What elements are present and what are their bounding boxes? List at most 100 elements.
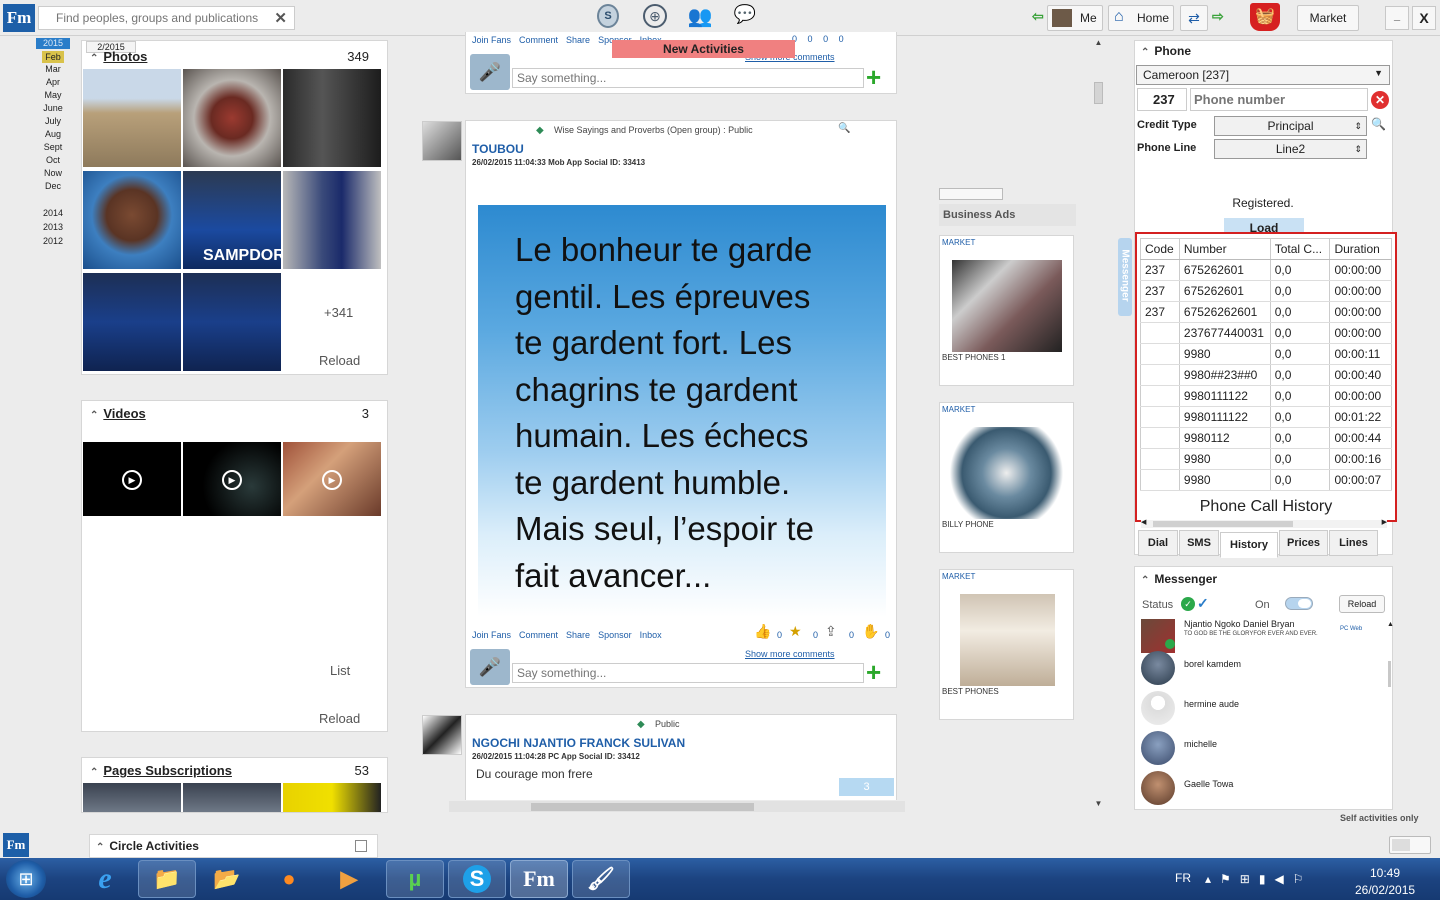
messenger-header[interactable]: ⌃ Messenger [1141,572,1217,586]
year-2014[interactable]: 2014 [36,206,70,220]
month-dec[interactable]: Dec [36,180,70,193]
status-toggle[interactable] [1285,597,1313,610]
scroll-down-icon[interactable]: ▼ [1093,799,1104,808]
month-now[interactable]: Now [36,167,70,180]
month-sept[interactable]: Sept [36,141,70,154]
photo-thumb[interactable] [83,69,181,167]
month-aug[interactable]: Aug [36,128,70,141]
inbox-link[interactable]: Inbox [640,630,662,640]
table-row[interactable]: 9980112 0,0 00:00:44 [1140,427,1392,449]
visible-check-icon[interactable]: ✓ [1197,595,1209,612]
app-logo[interactable]: Fm [3,4,35,32]
tab-prices[interactable]: Prices [1279,530,1328,556]
comment-input[interactable] [512,663,864,683]
share-icon[interactable]: ⇪ [825,623,837,640]
videos-list[interactable]: List [330,663,350,678]
videos-header[interactable]: ⌃ Videos [90,406,146,421]
phone-line-select[interactable]: Line2 ⇕ [1214,139,1367,159]
page-thumb[interactable] [183,783,281,812]
post-author-avatar[interactable] [422,121,462,161]
messenger-side-tab[interactable]: Messenger [1118,238,1132,316]
star-icon[interactable]: ★ [789,623,802,640]
col-duration[interactable]: Duration [1329,238,1392,260]
firefox-icon[interactable]: ● [260,860,318,898]
video-thumb[interactable]: ▶ [283,442,381,516]
month-mar[interactable]: Mar [36,63,70,76]
collapse-icon[interactable]: ⌃ [1141,575,1151,586]
year-2012[interactable]: 2012 [36,234,70,248]
feed-scrollbar[interactable]: ▲ ▼ [1093,38,1104,808]
circle-activities-bar[interactable]: ⌃ Circle Activities [89,834,378,858]
add-comment-icon[interactable]: + [866,658,881,686]
chat-icon[interactable]: 💬 [732,4,758,28]
month-may[interactable]: May [36,89,70,102]
phone-header[interactable]: ⌃ Phone [1141,44,1191,58]
table-row[interactable]: 9980 0,0 00:00:11 [1140,343,1392,365]
col-number[interactable]: Number [1179,238,1271,260]
collapse-icon[interactable]: ⌃ [1141,47,1151,58]
ad-card[interactable]: MARKET BEST PHONES [939,569,1074,720]
photos-header[interactable]: ⌃ Photos [90,49,147,64]
pages-title[interactable]: Pages Subscriptions [103,763,232,778]
page-thumb[interactable] [83,783,181,812]
footer-logo[interactable]: Fm [3,833,29,857]
table-row[interactable]: 9980111122 0,0 00:01:22 [1140,406,1392,428]
table-horizontal-scrollbar[interactable]: ◀ ▶ [1141,518,1387,528]
table-row[interactable]: 9980##23##0 0,0 00:00:40 [1140,364,1392,386]
mic-icon[interactable]: 🎤 [470,54,510,90]
scrollbar-thumb[interactable] [1153,521,1293,527]
comment-link[interactable]: Comment [519,35,558,45]
fm-task-icon[interactable]: Fm [510,860,568,898]
tab-lines[interactable]: Lines [1329,530,1378,556]
video-thumb[interactable]: ▶ [183,442,281,516]
month-june[interactable]: June [36,102,70,115]
col-total[interactable]: Total C... [1270,238,1331,260]
circle-header[interactable]: ⌃ Circle Activities [96,839,199,853]
photo-thumb[interactable] [283,69,381,167]
feed-horizontal-scrollbar[interactable] [449,801,905,812]
clear-number-icon[interactable]: ✕ [1371,91,1389,109]
video-thumb[interactable]: ▶ [83,442,181,516]
comment-link[interactable]: Comment [519,630,558,640]
close-button[interactable]: X [1412,6,1436,30]
show-more-comments[interactable]: Show more comments [745,649,835,659]
page-thumb[interactable] [283,783,381,812]
photos-more[interactable]: +341 [324,305,353,320]
comment-input[interactable] [512,68,864,88]
forward-arrow-icon[interactable]: ⇨ [1212,8,1224,25]
collapse-icon[interactable]: ⌃ [90,410,100,421]
scroll-up-icon[interactable]: ▲ [1387,621,1394,628]
sponsor-link[interactable]: Sponsor [598,630,632,640]
tab-sms[interactable]: SMS [1179,530,1219,556]
month-july[interactable]: July [36,115,70,128]
month-feb[interactable]: Feb [42,51,64,63]
search-box[interactable]: ✕ [38,6,295,30]
share-link[interactable]: Share [566,630,590,640]
search-icon[interactable]: 🔍 [1371,117,1386,131]
join-fans-link[interactable]: Join Fans [472,630,511,640]
share-link[interactable]: Share [566,35,590,45]
add-comment-icon[interactable]: + [866,63,881,91]
photos-reload[interactable]: Reload [319,353,360,368]
ad-card[interactable]: MARKET BEST PHONES 1 [939,235,1074,386]
table-row[interactable]: 237 675262601 0,0 00:00:00 [1140,259,1392,281]
table-row[interactable]: 9980 0,0 00:00:16 [1140,448,1392,470]
photo-thumb[interactable] [183,273,281,371]
paint-icon[interactable]: 🖌 [572,860,630,898]
scroll-right-icon[interactable]: ▶ [1382,518,1387,526]
minimize-button[interactable]: _ [1385,6,1409,30]
collapse-icon[interactable]: ⌃ [90,53,100,64]
videos-reload[interactable]: Reload [319,711,360,726]
table-row[interactable]: 237 67526262601 0,0 00:00:00 [1140,301,1392,323]
scrollbar-thumb[interactable] [531,803,754,811]
home-button[interactable]: ⌂ Home [1108,5,1174,31]
media-player-icon[interactable]: ▶ [320,860,378,898]
collapse-icon[interactable]: ⌃ [90,767,100,778]
clock-time[interactable]: 10:49 [1370,866,1400,880]
explorer-icon[interactable]: 📁 [138,860,196,898]
contact-item[interactable]: hermine aude [1135,691,1385,725]
scrollbar-thumb[interactable] [1094,82,1103,104]
skype-icon[interactable]: S [597,4,619,28]
app-icon[interactable]: 📂 [198,860,256,898]
tray-icons[interactable]: ▴⚑⊞▮◀⚐ [1205,872,1312,886]
